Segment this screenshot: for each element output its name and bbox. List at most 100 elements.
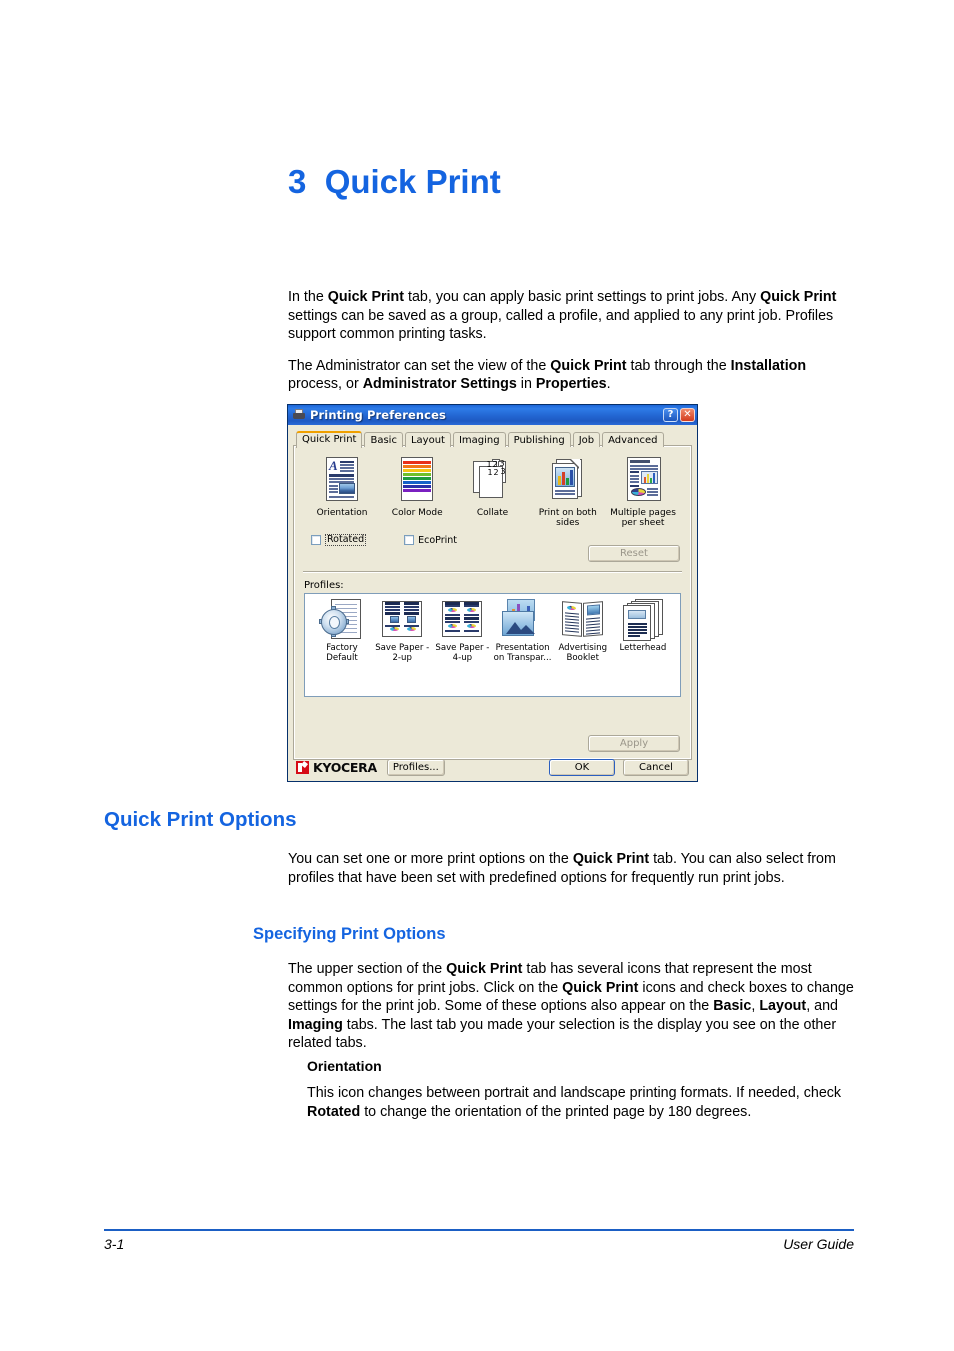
sub-part1: This icon changes between portrait and l…: [307, 1085, 842, 1101]
print-option-collate[interactable]: 1 2 3 1 2 3 Collate: [460, 457, 526, 528]
dialog-title: Printing Preferences: [310, 408, 446, 422]
tab-job[interactable]: Job: [572, 432, 601, 447]
kyocera-mark-icon: [296, 761, 309, 774]
kyocera-logo: KYOCERA: [296, 760, 377, 775]
footer-divider: [104, 1229, 854, 1231]
section-heading-specifying-print-options: Specifying Print Options: [253, 925, 446, 943]
profile-save-paper-2up[interactable]: Save Paper - 2-up: [373, 599, 431, 663]
print-option-multiple-pages[interactable]: Multiple pages per sheet: [610, 457, 676, 528]
subsection-body: This icon changes between portrait and l…: [307, 1084, 855, 1134]
intro-paragraphs: In the Quick Print tab, you can apply ba…: [288, 288, 854, 407]
ok-button[interactable]: OK: [549, 759, 615, 776]
tab-advanced[interactable]: Advanced: [602, 432, 664, 447]
window-controls: ? ✕: [663, 408, 695, 422]
s2-part6: tabs. The last tab you made your selecti…: [288, 1016, 837, 1052]
tab-basic[interactable]: Basic: [364, 432, 403, 447]
factory-default-icon: [319, 599, 365, 641]
print-option-color-mode[interactable]: Color Mode: [384, 457, 450, 528]
dialog-title-bar: Printing Preferences ? ✕: [288, 405, 697, 425]
footer-page-number: 3-1: [104, 1236, 125, 1252]
page-title: 3 Quick Print: [288, 163, 501, 201]
subsection-heading-orientation: Orientation: [307, 1058, 382, 1074]
profile-presentation-transparency[interactable]: Presentation on Transpar...: [494, 599, 552, 663]
apply-button-wrapper: Apply: [588, 735, 680, 752]
profile-save-paper-4up[interactable]: Save Paper - 4-up: [433, 599, 491, 663]
checkbox-ecoprint[interactable]: EcoPrint: [404, 535, 457, 546]
intro-p2-part1: The Administrator can set the view of th…: [288, 357, 551, 374]
checkbox-rotated[interactable]: Rotated: [311, 534, 367, 546]
help-icon[interactable]: ?: [663, 408, 678, 422]
intro-p1-bold1: Quick Print: [327, 289, 405, 305]
intro-p1-part1: In the: [288, 289, 328, 305]
checkbox-box[interactable]: [311, 535, 321, 545]
subsection-paragraph: This icon changes between portrait and l…: [307, 1084, 855, 1121]
s2-part5: , and: [806, 998, 838, 1015]
presentation-transparency-icon: [500, 599, 546, 641]
s2-bold3: Basic: [713, 998, 752, 1015]
section2-paragraph: The upper section of the Quick Print tab…: [288, 960, 854, 1053]
tab-strip: Quick Print Basic Layout Imaging Publish…: [294, 430, 691, 448]
s2-bold5: Imaging: [288, 1016, 343, 1033]
apply-button[interactable]: Apply: [588, 735, 680, 752]
s2-bold4: Layout: [759, 998, 807, 1015]
print-option-label: Collate: [476, 508, 509, 518]
sub-part2: to change the orientation of the printed…: [360, 1103, 752, 1120]
tab-imaging[interactable]: Imaging: [452, 432, 506, 447]
tab-layout[interactable]: Layout: [404, 432, 451, 447]
reset-button[interactable]: Reset: [588, 545, 680, 562]
print-option-orientation[interactable]: A Orientation: [309, 457, 375, 528]
profiles-button[interactable]: Profiles...: [386, 759, 445, 776]
orientation-icon: A: [322, 457, 362, 505]
intro-p1-part3: settings can be saved as a group, called…: [288, 307, 834, 343]
close-icon[interactable]: ✕: [680, 408, 695, 422]
dialog-body: Quick Print Basic Layout Imaging Publish…: [288, 425, 697, 781]
profile-label: Letterhead: [619, 643, 667, 653]
printer-icon: [292, 408, 306, 422]
dialog-footer: KYOCERA Profiles... OK Cancel: [288, 754, 697, 781]
profile-label: Save Paper - 2-up: [375, 643, 430, 663]
intro-p2-part4: in: [516, 376, 536, 393]
print-option-label: Multiple pages per sheet: [610, 508, 676, 528]
tab-quick-print[interactable]: Quick Print: [296, 431, 363, 448]
s1-part1: You can set one or more print options on…: [288, 851, 573, 867]
intro-p2-bold3: Administrator Settings: [362, 376, 517, 393]
printing-preferences-dialog[interactable]: Printing Preferences ? ✕ Quick Print Bas…: [287, 404, 698, 782]
intro-paragraph-1: In the Quick Print tab, you can apply ba…: [288, 288, 854, 344]
profile-advertising-booklet[interactable]: Advertising Booklet: [554, 599, 612, 663]
profile-label: Save Paper - 4-up: [435, 643, 490, 663]
profile-label: Factory Default: [326, 643, 358, 663]
profiles-row: Factory Default Save Paper - 2-up Save P…: [309, 599, 676, 663]
chapter-title-text: Quick Print: [324, 163, 501, 200]
section2-body: The upper section of the Quick Print tab…: [288, 960, 854, 1066]
profile-factory-default[interactable]: Factory Default: [313, 599, 371, 663]
section-divider: [303, 571, 682, 573]
intro-paragraph-2: The Administrator can set the view of th…: [288, 357, 854, 394]
duplex-icon: [548, 457, 588, 505]
profiles-group-label: Profiles:: [304, 580, 344, 591]
section1-body: You can set one or more print options on…: [288, 850, 854, 900]
reset-button-wrapper: Reset: [588, 545, 680, 562]
advertising-booklet-icon: [560, 599, 606, 641]
quick-print-panel: A Orientation Color Mode 1 2 3 1 2 3 Col…: [293, 445, 692, 760]
footer-document-name: User Guide: [783, 1236, 854, 1252]
intro-p2-bold2: Installation: [730, 357, 807, 374]
profile-label: Advertising Booklet: [558, 643, 608, 663]
intro-p2-part3: process, or: [288, 376, 363, 393]
checkbox-label: EcoPrint: [418, 534, 458, 546]
intro-p1-bold2: Quick Print: [760, 289, 837, 305]
intro-p2-bold1: Quick Print: [550, 357, 627, 374]
intro-p2-bold4: Properties: [535, 376, 607, 393]
print-option-duplex[interactable]: Print on both sides: [535, 457, 601, 528]
intro-p2-part5: .: [606, 376, 611, 393]
profiles-list[interactable]: Factory Default Save Paper - 2-up Save P…: [304, 593, 681, 697]
s2-bold2: Quick Print: [562, 979, 639, 996]
print-option-label: Color Mode: [391, 508, 443, 518]
checkbox-box[interactable]: [404, 535, 415, 545]
profile-letterhead[interactable]: Letterhead: [614, 599, 672, 663]
save-paper-2up-icon: [379, 599, 425, 641]
cancel-button[interactable]: Cancel: [623, 759, 689, 776]
profile-label: Presentation on Transpar...: [493, 643, 552, 663]
document-page: 3 Quick Print In the Quick Print tab, yo…: [0, 0, 954, 1351]
tab-publishing[interactable]: Publishing: [507, 432, 571, 447]
print-options-row: A Orientation Color Mode 1 2 3 1 2 3 Col…: [303, 453, 682, 528]
